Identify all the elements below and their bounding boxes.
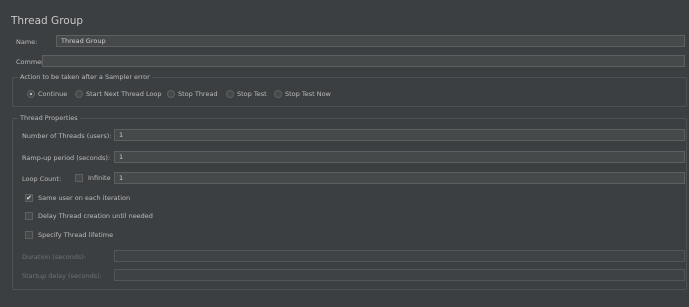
radio-label: Stop Thread <box>178 90 218 98</box>
delay-creation-checkbox[interactable]: Delay Thread creation until needed <box>25 212 153 220</box>
delay-creation-label: Delay Thread creation until needed <box>38 212 153 220</box>
radio-icon <box>75 90 83 98</box>
radio-selected-icon <box>27 90 35 98</box>
radio-label: Stop Test <box>237 90 267 98</box>
radio-label: Start Next Thread Loop <box>86 90 162 98</box>
radio-start-next-thread-loop[interactable]: Start Next Thread Loop <box>75 90 162 98</box>
thread-lifetime-checkbox[interactable]: Specify Thread lifetime <box>25 231 113 239</box>
loop-count-label: Loop Count: <box>22 175 62 183</box>
loop-count-field[interactable]: 1 <box>114 172 685 184</box>
panel-title: Thread Group <box>11 15 84 27</box>
sampler-error-title: Action to be taken after a Sampler error <box>18 73 152 81</box>
radio-label: Continue <box>38 90 68 98</box>
duration-field[interactable] <box>114 250 685 262</box>
radio-stop-test[interactable]: Stop Test <box>226 90 267 98</box>
checkbox-icon <box>25 231 33 239</box>
radio-continue[interactable]: Continue <box>27 90 67 98</box>
threads-field[interactable]: 1 <box>114 129 685 141</box>
thread-properties-title: Thread Properties <box>18 114 80 122</box>
infinite-checkbox[interactable]: Infinite <box>75 174 111 182</box>
radio-label: Stop Test Now <box>285 90 331 98</box>
radio-icon <box>167 90 175 98</box>
same-user-checkbox[interactable]: ✔ Same user on each iteration <box>25 194 130 202</box>
checkbox-icon <box>25 212 33 220</box>
infinite-label: Infinite <box>88 174 111 182</box>
duration-label: Duration (seconds): <box>22 253 87 261</box>
startup-delay-field[interactable] <box>114 269 685 281</box>
thread-lifetime-label: Specify Thread lifetime <box>38 231 114 239</box>
checkbox-icon <box>75 174 83 182</box>
threads-label: Number of Threads (users): <box>22 132 112 140</box>
radio-stop-thread[interactable]: Stop Thread <box>167 90 218 98</box>
same-user-label: Same user on each iteration <box>38 194 131 202</box>
radio-icon <box>274 90 282 98</box>
name-label: Name: <box>16 38 38 46</box>
radio-icon <box>226 90 234 98</box>
rampup-label: Ramp-up period (seconds): <box>22 154 111 162</box>
radio-stop-test-now[interactable]: Stop Test Now <box>274 90 331 98</box>
comments-field[interactable] <box>42 55 685 67</box>
check-icon: ✔ <box>25 194 33 202</box>
rampup-field[interactable]: 1 <box>114 151 685 163</box>
thread-properties-group <box>12 118 687 290</box>
name-field[interactable]: Thread Group <box>56 35 685 47</box>
startup-delay-label: Startup delay (seconds): <box>22 272 102 280</box>
